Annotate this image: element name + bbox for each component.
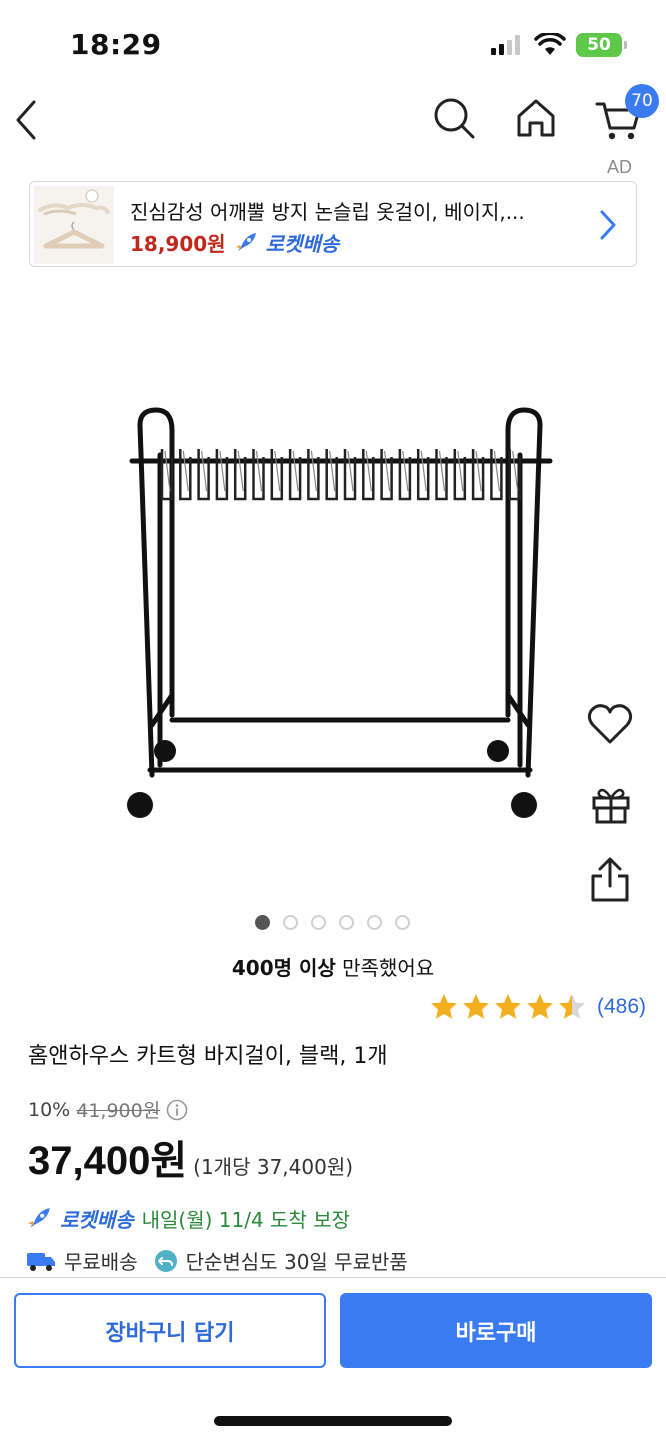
unit-price: (1개당 37,400원) [193,1155,354,1179]
rating-row[interactable]: (486) [429,992,646,1022]
ad-banner[interactable]: 진심감성 어깨뿔 방지 논슬립 옷걸이, 베이지,... 18,900원 로켓배… [29,181,637,267]
star-icon [494,994,521,1019]
ad-price: 18,900원 [130,232,226,256]
home-icon[interactable] [512,94,560,142]
rocket-icon [28,1207,50,1228]
ad-price-row: 18,900원 로켓배송 [130,228,339,257]
star-icon [558,994,585,1019]
pagination-dot[interactable] [255,915,270,930]
ad-label: AD [607,157,633,177]
image-pagination-dots[interactable] [255,915,410,930]
home-indicator [214,1416,452,1426]
heart-icon[interactable] [585,700,635,748]
rocket-icon [235,232,256,251]
product-image[interactable] [110,395,570,835]
back-arrow-icon[interactable] [10,94,46,142]
sale-price: 37,400원 [28,1139,188,1183]
delivery-eta: 내일(월) 11/4 도착 보장 [141,1208,350,1232]
price-row: 37,400원 (1개당 37,400원) [28,1128,353,1186]
pagination-dot[interactable] [339,915,354,930]
pagination-dot[interactable] [367,915,382,930]
add-to-cart-button[interactable]: 장바구니 담기 [14,1293,326,1368]
free-return-label: 단순변심도 30일 무료반품 [185,1250,408,1274]
info-icon[interactable] [166,1099,188,1121]
pagination-dot[interactable] [395,915,410,930]
battery-indicator: 50 [576,33,627,57]
delivery-row: 로켓배송 내일(월) 11/4 도착 보장 [26,1204,350,1233]
wifi-icon [534,33,566,55]
chevron-right-icon [600,210,616,240]
buy-now-button[interactable]: 바로구매 [340,1293,652,1368]
status-bar: 18:29 50 [0,0,666,88]
satisfaction-text: 400명 이상 만족했어요 [0,952,666,981]
benefit-row: 무료배송 단순변심도 30일 무료반품 [26,1246,408,1275]
star-rating [429,992,587,1022]
cart-count-badge: 70 [625,84,659,118]
truck-icon [27,1252,55,1271]
share-icon[interactable] [589,856,631,904]
cellular-signal-icon [491,35,520,55]
pagination-dot[interactable] [311,915,326,930]
star-icon [430,994,457,1019]
pagination-dot[interactable] [283,915,298,930]
return-icon [154,1249,177,1272]
search-icon[interactable] [430,94,478,142]
hanger-row [160,449,521,501]
gift-icon[interactable] [589,782,633,826]
product-title: 홈앤하우스 카트형 바지걸이, 블랙, 1개 [28,1044,388,1069]
status-icons: 50 [490,30,627,60]
ad-title: 진심감성 어깨뿔 방지 논슬립 옷걸이, 베이지,... [130,200,525,224]
free-shipping-label: 무료배송 [64,1250,138,1274]
status-time: 18:29 [70,28,162,61]
divider [0,1277,666,1278]
star-icon [526,994,553,1019]
original-price: 41,900원 [76,1100,161,1122]
review-count[interactable]: (486) [597,995,646,1019]
discount-row: 10% 41,900원 [28,1096,188,1123]
star-icon [462,994,489,1019]
delivery-badge: 로켓배송 [60,1208,134,1232]
satisfaction-count: 400명 이상 [231,956,336,980]
satisfaction-label: 만족했어요 [335,956,435,980]
ad-product-thumbnail [34,186,114,264]
discount-rate: 10% [28,1098,71,1121]
top-nav [0,88,666,148]
ad-delivery-badge: 로켓배송 [265,232,340,256]
